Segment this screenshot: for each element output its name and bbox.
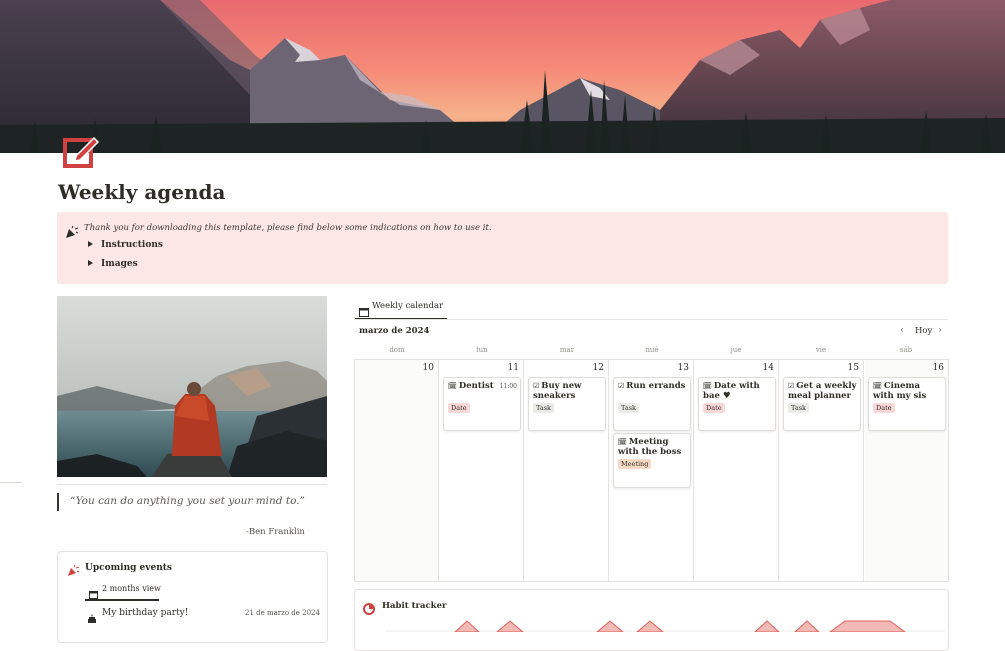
day-number: 16 [932,363,944,373]
tag-date: Date [873,403,895,413]
weekday-label: lun [476,346,488,354]
briefcase-icon: 🗓 [618,438,627,446]
day-cell[interactable]: 14 🗓 Date with bae ♥ Date [695,360,779,581]
day-number: 15 [847,363,859,373]
events-title: Upcoming events [85,563,172,573]
divider [355,319,948,320]
day-number: 12 [592,363,604,373]
checkbox-icon: ☑ [618,382,625,390]
party-popper-icon [67,562,80,576]
event-card-errands[interactable]: ☑ Run errands Task [613,377,691,431]
event-title: 🗓 Cinema with my sis [873,381,943,401]
tag-task: Task [533,403,554,413]
cover-image [0,0,1005,153]
weekday-label: mar [559,346,575,354]
checkbox-icon: ☑ [533,382,540,390]
toggle-label: Images [101,259,138,269]
weekday-label: dom [389,346,405,354]
upcoming-events-panel: Upcoming events 2 months view My birthda… [57,551,328,643]
weekday-label: mié [645,346,659,354]
event-title: ☑ Buy new sneakers [533,381,603,401]
event-title-text: Meeting with the boss [618,437,682,457]
quote-block: “You can do anything you set your mind t… [57,493,329,511]
event-title: 🗓 Meeting with the boss [618,437,688,457]
weekday-label: sáb [899,346,913,354]
event-card-dentist[interactable]: 🗓 Dentist 11:00 Date [443,377,521,431]
tab-label: Weekly calendar [372,301,444,311]
event-title-text: Dentist [458,381,494,391]
calendar-icon: 🗓 [703,382,712,390]
toggle-images[interactable]: Images [88,259,138,269]
toggle-triangle-icon[interactable] [88,240,93,247]
calendar-icon [359,302,369,317]
tag-meeting: Meeting [618,459,652,469]
quote-author: -Ben Franklin [246,527,305,537]
toggle-triangle-icon[interactable] [88,259,93,266]
edit-square-icon[interactable] [62,132,100,170]
today-button[interactable]: Hoy [915,326,932,336]
habit-tracker-title: Habit tracker [382,601,447,611]
day-number: 10 [422,363,434,373]
tab-2-months-view[interactable]: 2 months view [85,579,161,601]
event-title: 🗓 Date with bae ♥ [703,381,773,401]
calendar-icon: 🗓 [448,382,457,390]
day-number: 13 [677,363,689,373]
event-title-text: Buy new sneakers [533,381,582,401]
weekday-label: jue [730,346,742,354]
event-title: ☑ Run errands [618,381,688,391]
divider [0,482,22,483]
callout: Thank you for downloading this template,… [57,212,948,284]
tab-label: 2 months view [102,584,161,593]
quote-text: “You can do anything you set your mind t… [70,495,305,507]
previous-week-button[interactable]: ‹ [900,325,904,336]
event-card-meal-planner[interactable]: ☑ Get a weekly meal planner Task [783,377,861,431]
event-card-date-bae[interactable]: 🗓 Date with bae ♥ Date [698,377,776,431]
day-cell[interactable]: 10 [355,360,439,581]
cake-icon [87,609,97,623]
toggle-label: Instructions [101,240,163,250]
day-cell[interactable]: 13 ☑ Run errands Task 🗓 Meeting with the b… [610,360,694,581]
page-title: Weekly agenda [58,180,226,204]
toggle-instructions[interactable]: Instructions [88,240,163,250]
day-cell[interactable]: 12 ☑ Buy new sneakers Task [525,360,609,581]
event-title: ☑ Get a weekly meal planner [788,381,858,401]
calendar-grid: 10 11 🗓 Dentist 11:00 Date 12 ☑ Buy new sn… [354,359,949,582]
calendar-icon: 🗓 [873,382,882,390]
divider [57,484,327,485]
day-number: 11 [507,363,519,373]
callout-text: Thank you for downloading this template,… [84,223,492,233]
event-date: 21 de marzo de 2024 [245,609,320,617]
calendar-icon [89,584,98,599]
day-cell[interactable]: 16 🗓 Cinema with my sis Date [865,360,949,581]
event-name[interactable]: My birthday party! [102,608,188,618]
event-card-cinema[interactable]: 🗓 Cinema with my sis Date [868,377,946,431]
habit-chart-preview [385,612,945,633]
habit-tracker-panel: Habit tracker [354,589,949,651]
event-title-text: Run errands [626,381,686,391]
calendar-month: marzo de 2024 [359,326,430,336]
monk-image [57,296,327,477]
day-cell[interactable]: 11 🗓 Dentist 11:00 Date [440,360,524,581]
day-number: 14 [762,363,774,373]
tag-task: Task [788,403,809,413]
checkbox-icon: ☑ [788,382,795,390]
tag-task: Task [618,403,639,413]
tag-date: Date [448,403,470,413]
tag-date: Date [703,403,725,413]
event-card-sneakers[interactable]: ☑ Buy new sneakers Task [528,377,606,431]
event-time: 11:00 [499,383,517,390]
day-cell[interactable]: 15 ☑ Get a weekly meal planner Task [780,360,864,581]
event-card-meeting[interactable]: 🗓 Meeting with the boss Meeting [613,433,691,488]
party-popper-icon [65,224,79,238]
event-title-text: Get a weekly meal planner [788,381,857,401]
pie-chart-icon [363,600,375,615]
weekday-label: vie [815,346,827,354]
next-week-button[interactable]: › [938,325,942,336]
tab-weekly-calendar[interactable]: Weekly calendar [355,297,448,320]
